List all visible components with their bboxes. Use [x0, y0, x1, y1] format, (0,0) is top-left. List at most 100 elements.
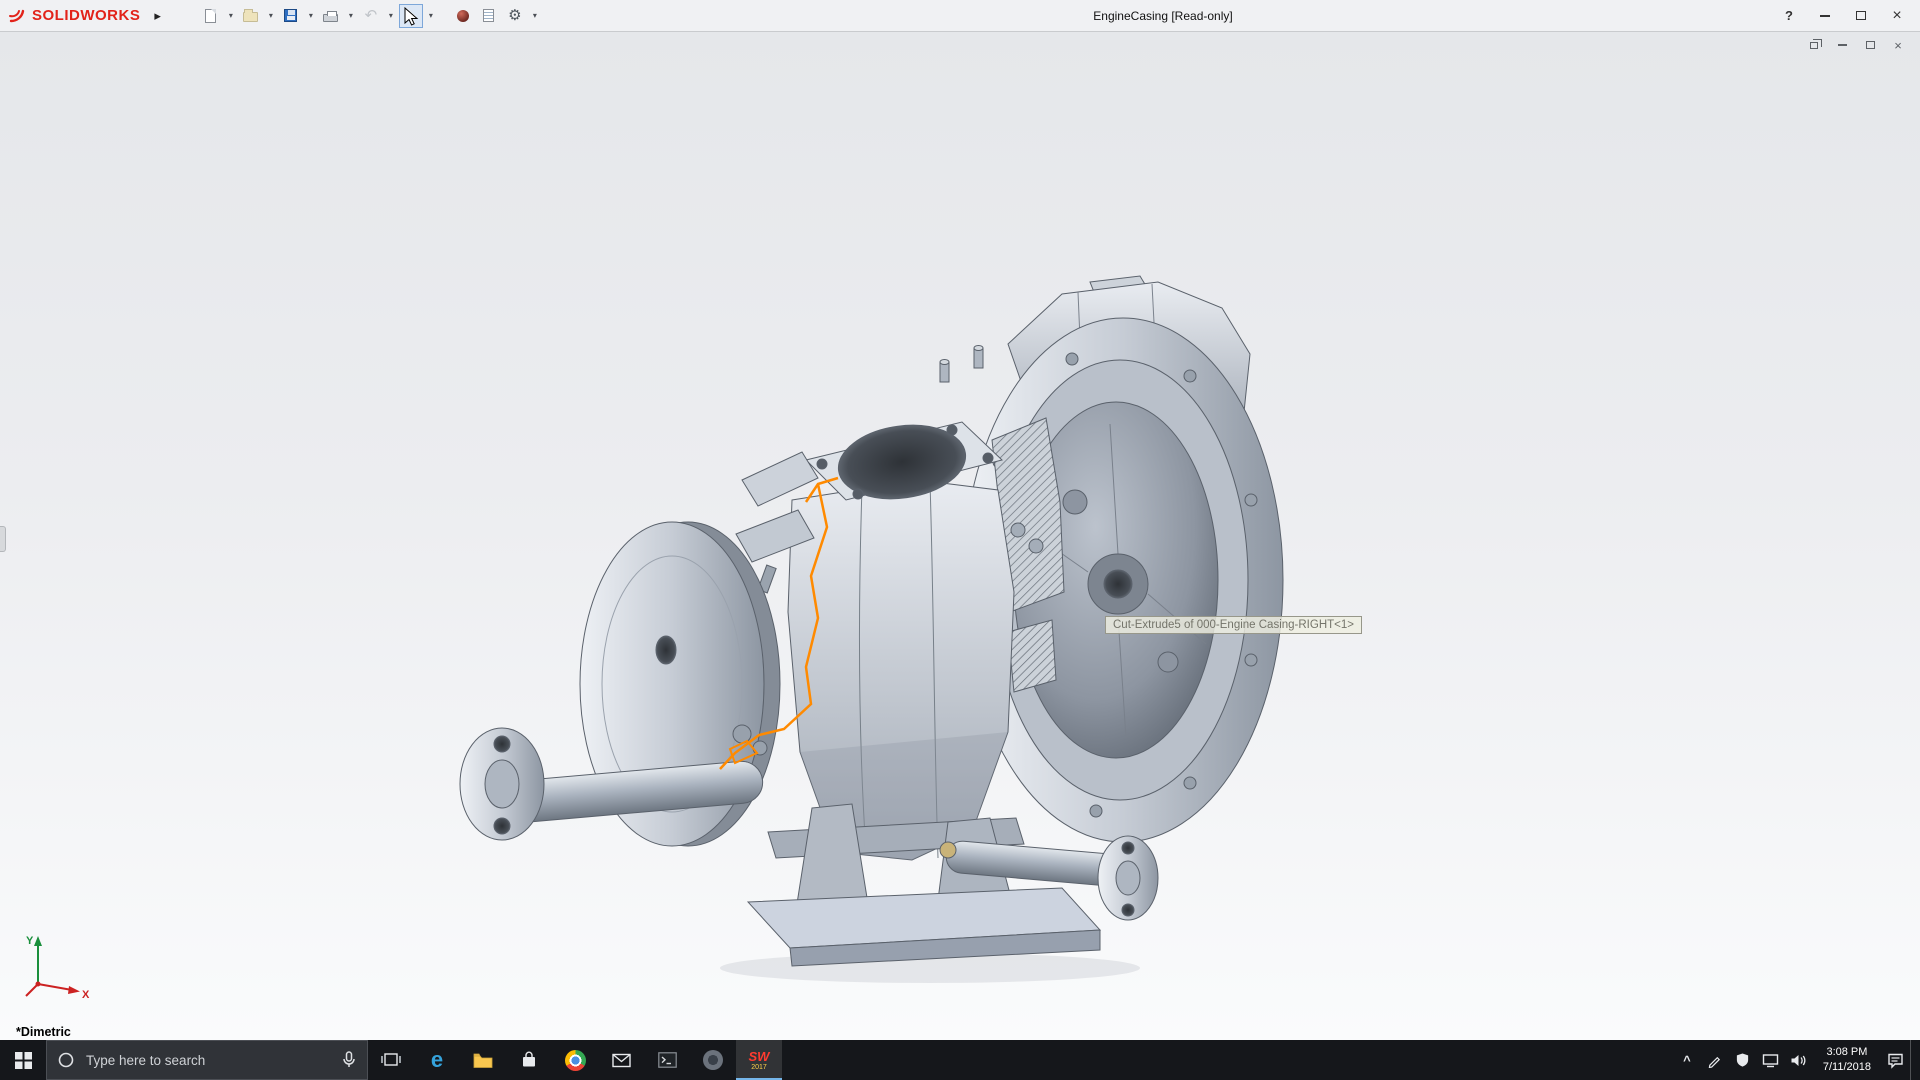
- action-center-icon: [1887, 1052, 1904, 1069]
- help-button[interactable]: ?: [1780, 6, 1798, 26]
- tray-volume-button[interactable]: [1786, 1053, 1812, 1068]
- shield-icon: [1735, 1052, 1750, 1068]
- store-icon: [520, 1051, 538, 1069]
- close-icon: ×: [1892, 7, 1901, 25]
- tray-pen-button[interactable]: [1702, 1053, 1728, 1068]
- triad-y-label: Y: [26, 935, 34, 947]
- appearance-icon: [457, 10, 469, 22]
- appearance-button[interactable]: [451, 4, 475, 28]
- select-tool-caret[interactable]: ▾: [425, 11, 437, 20]
- open-button[interactable]: [239, 4, 263, 28]
- file-properties-button[interactable]: [477, 4, 501, 28]
- document-title: EngineCasing [Read-only]: [1093, 9, 1232, 23]
- titlebar: SOLIDWORKS ▸ ▾ ▾ ▾ ▾ ↶ ▾ ▾ ⚙ ▾: [0, 0, 1920, 32]
- network-icon: [1762, 1053, 1779, 1068]
- menu-flyout-arrow[interactable]: ▸: [150, 6, 165, 26]
- window-controls: ? ×: [1780, 6, 1912, 26]
- solidworks-window: SOLIDWORKS ▸ ▾ ▾ ▾ ▾ ↶ ▾ ▾ ⚙ ▾: [0, 0, 1920, 1080]
- microphone-icon[interactable]: [341, 1051, 357, 1069]
- action-center-button[interactable]: [1882, 1052, 1908, 1069]
- taskbar-app-terminal[interactable]: [644, 1040, 690, 1080]
- system-tray: ^: [1674, 1040, 1920, 1080]
- start-icon: [15, 1052, 32, 1069]
- options-caret[interactable]: ▾: [529, 11, 541, 20]
- chevron-up-icon: ^: [1683, 1053, 1691, 1068]
- new-document-caret[interactable]: ▾: [225, 11, 237, 20]
- orientation-triad: Y X: [14, 928, 94, 1000]
- taskbar-app-edge[interactable]: e: [414, 1040, 460, 1080]
- doc-restore-button[interactable]: [1806, 37, 1822, 53]
- search-input[interactable]: [84, 1052, 332, 1069]
- graphics-area[interactable]: ×: [0, 32, 1920, 1040]
- task-view-icon: [381, 1051, 401, 1069]
- tray-expand-button[interactable]: ^: [1674, 1053, 1700, 1068]
- taskbar-app-mail[interactable]: [598, 1040, 644, 1080]
- save-caret[interactable]: ▾: [305, 11, 317, 20]
- minimize-button[interactable]: [1816, 6, 1834, 26]
- edge-icon: e: [431, 1049, 443, 1071]
- file-explorer-icon: [473, 1052, 493, 1069]
- task-view-button[interactable]: [368, 1040, 414, 1080]
- open-caret[interactable]: ▾: [265, 11, 277, 20]
- maximize-button[interactable]: [1852, 6, 1870, 26]
- taskbar-search[interactable]: [46, 1040, 368, 1080]
- engine-casing-model[interactable]: [0, 32, 1920, 1040]
- maximize-icon: [1856, 11, 1866, 20]
- new-document-button[interactable]: [199, 4, 223, 28]
- brand-name: SOLIDWORKS: [32, 7, 140, 24]
- print-caret[interactable]: ▾: [345, 11, 357, 20]
- panel-splitter[interactable]: [0, 526, 6, 552]
- pen-icon: [1707, 1053, 1722, 1068]
- tray-network-button[interactable]: [1758, 1053, 1784, 1068]
- view-orientation-label: *Dimetric: [16, 1025, 71, 1039]
- taskbar-app-file-explorer[interactable]: [460, 1040, 506, 1080]
- undo-button[interactable]: ↶: [359, 4, 383, 28]
- select-tool-button[interactable]: [399, 4, 423, 28]
- new-document-icon: [205, 9, 216, 23]
- mail-icon: [612, 1053, 631, 1068]
- undo-icon: ↶: [365, 8, 378, 23]
- quick-access-toolbar: ▾ ▾ ▾ ▾ ↶ ▾ ▾ ⚙ ▾: [199, 4, 541, 28]
- start-button[interactable]: [0, 1040, 46, 1080]
- doc-minimize-button[interactable]: [1834, 37, 1850, 53]
- options-button[interactable]: ⚙: [503, 4, 527, 28]
- doc-restore-icon: [1810, 42, 1818, 49]
- document-window-controls: ×: [1806, 37, 1906, 53]
- solidworks-logo: SOLIDWORKS: [8, 7, 140, 24]
- options-gear-icon: ⚙: [508, 8, 521, 23]
- doc-maximize-icon: [1866, 41, 1875, 49]
- print-icon: [323, 14, 338, 22]
- volume-icon: [1790, 1053, 1807, 1068]
- taskbar-clock[interactable]: 3:08 PM 7/11/2018: [1814, 1045, 1880, 1075]
- chrome-icon: [565, 1050, 586, 1071]
- search-icon: [57, 1051, 75, 1069]
- taskbar-app-solidworks[interactable]: SW 2017: [736, 1040, 782, 1080]
- close-button[interactable]: ×: [1888, 6, 1906, 26]
- save-button[interactable]: [279, 4, 303, 28]
- doc-minimize-icon: [1838, 44, 1847, 46]
- doc-maximize-button[interactable]: [1862, 37, 1878, 53]
- taskbar-app-chrome[interactable]: [552, 1040, 598, 1080]
- taskbar-app-generic[interactable]: [690, 1040, 736, 1080]
- app-icon: [703, 1050, 723, 1070]
- minimize-icon: [1820, 15, 1830, 17]
- select-arrow-icon: [405, 8, 417, 24]
- help-icon: ?: [1785, 8, 1793, 23]
- open-icon: [243, 12, 258, 22]
- clock-time: 3:08 PM: [1826, 1045, 1867, 1060]
- taskbar-app-store[interactable]: [506, 1040, 552, 1080]
- show-desktop-strip[interactable]: [1910, 1040, 1914, 1080]
- solidworks-icon-year: 2017: [751, 1064, 767, 1071]
- clock-date: 7/11/2018: [1823, 1060, 1871, 1075]
- print-button[interactable]: [319, 4, 343, 28]
- solidworks-icon: SW 2017: [749, 1050, 770, 1071]
- feature-tooltip: Cut-Extrude5 of 000-Engine Casing-RIGHT<…: [1105, 616, 1362, 634]
- save-icon: [284, 9, 297, 22]
- doc-close-button[interactable]: ×: [1890, 37, 1906, 53]
- triad-x-label: X: [82, 989, 90, 1000]
- windows-taskbar: e: [0, 1040, 1920, 1080]
- undo-caret[interactable]: ▾: [385, 11, 397, 20]
- solidworks-icon-text: SW: [749, 1050, 770, 1063]
- tray-security-button[interactable]: [1730, 1052, 1756, 1068]
- doc-close-icon: ×: [1894, 38, 1902, 53]
